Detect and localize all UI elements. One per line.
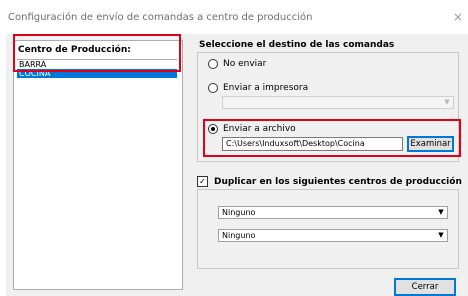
highlight-box-production-center <box>13 34 181 72</box>
radio-label: Enviar a impresora <box>223 83 309 93</box>
chevron-down-icon[interactable]: ▼ <box>435 230 447 241</box>
duplicate-select-2-value: Ninguno <box>222 231 256 240</box>
duplicate-select-1[interactable]: Ninguno ▼ <box>218 206 448 219</box>
duplicate-checkbox-row[interactable]: ✓ Duplicar en los siguientes centros de … <box>197 176 462 187</box>
radio-button-icon[interactable] <box>208 83 218 93</box>
chevron-down-icon[interactable]: ▼ <box>435 207 447 218</box>
production-center-panel: Centro de Producción: BARRA COCINA <box>13 40 183 290</box>
duplicate-label: Duplicar en los siguientes centros de pr… <box>214 176 462 187</box>
radio-no-enviar[interactable]: No enviar <box>208 59 266 69</box>
radio-button-icon[interactable] <box>208 59 218 69</box>
printer-select[interactable]: ▼ <box>222 96 454 109</box>
close-button[interactable]: Cerrar <box>394 278 456 296</box>
duplicate-select-1-value: Ninguno <box>222 208 256 217</box>
duplicate-select-2[interactable]: Ninguno ▼ <box>218 229 448 242</box>
close-icon[interactable]: × <box>453 10 463 24</box>
highlight-box-send-to-file <box>203 119 461 157</box>
window-title: Configuración de envío de comandas a cen… <box>8 12 313 23</box>
radio-label: No enviar <box>223 59 267 69</box>
chevron-down-icon[interactable]: ▼ <box>441 97 453 108</box>
title-bar: Configuración de envío de comandas a cen… <box>0 0 468 34</box>
checkmark-icon[interactable]: ✓ <box>197 176 208 187</box>
destination-header: Seleccione el destino de las comandas <box>199 40 395 50</box>
radio-enviar-impresora[interactable]: Enviar a impresora <box>208 83 308 93</box>
